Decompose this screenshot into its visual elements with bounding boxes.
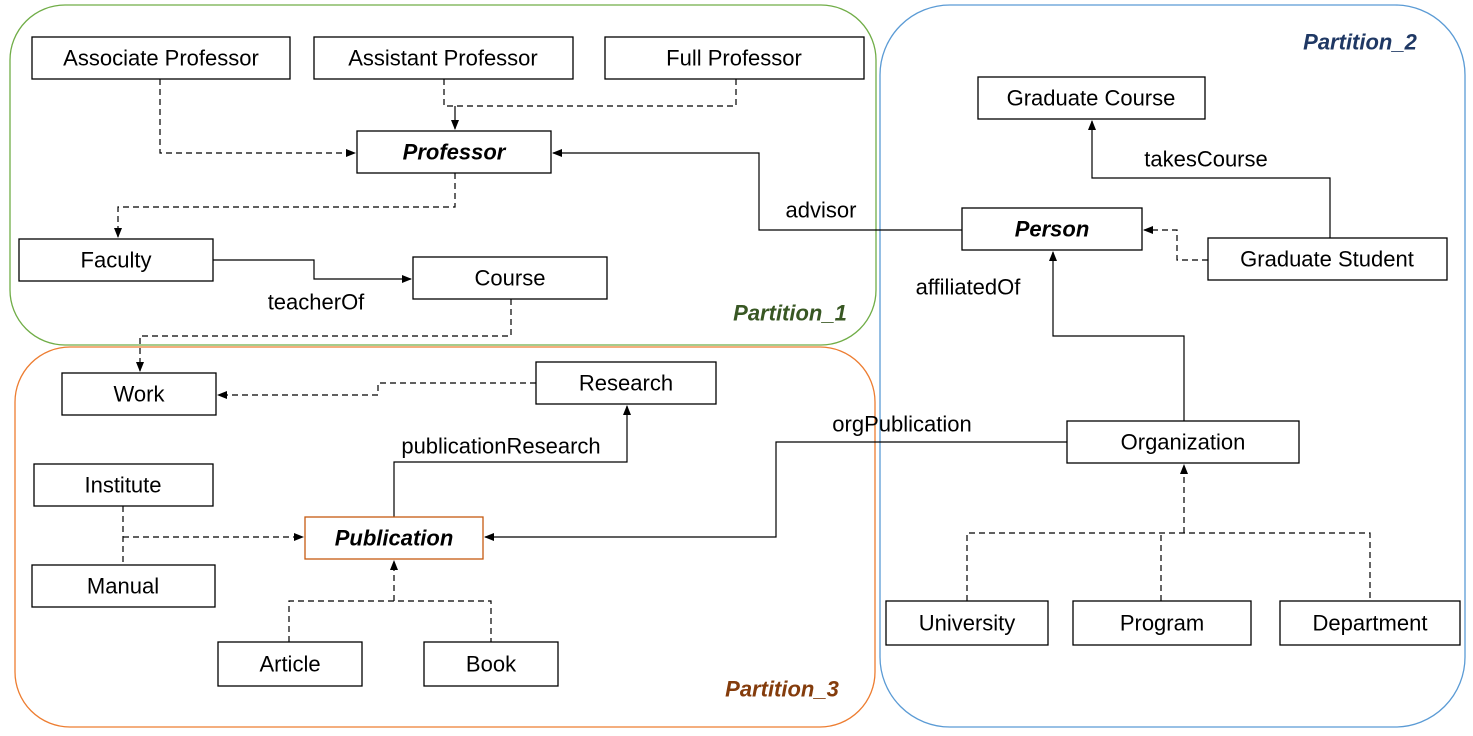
svg-text:Book: Book (466, 652, 517, 677)
svg-text:Article: Article (259, 652, 320, 677)
relation-takescourse: takesCourse (1144, 147, 1268, 172)
class-article: Article (217, 641, 363, 687)
class-graduate-student: Graduate Student (1207, 237, 1448, 281)
class-course: Course (412, 256, 608, 300)
edge-research-work (217, 382, 536, 399)
edge-affiliatedof (1049, 251, 1185, 421)
class-manual: Manual (31, 564, 216, 608)
class-professor: Professor (356, 130, 552, 174)
partition-2-label: Partition_2 (1303, 30, 1417, 55)
svg-text:Organization: Organization (1121, 430, 1246, 455)
class-book: Book (423, 641, 559, 687)
partition-1-label: Partition_1 (733, 301, 847, 326)
edge-publication-research (393, 405, 631, 517)
class-program: Program (1072, 600, 1252, 646)
partition-3-label: Partition_3 (725, 677, 839, 702)
class-institute: Institute (33, 463, 214, 507)
relation-publicationresearch: publicationResearch (401, 434, 600, 459)
svg-text:Program: Program (1120, 611, 1204, 636)
edge-grad-student-person (1143, 226, 1208, 261)
edge-associate-professor-professor (159, 79, 356, 157)
svg-text:Publication: Publication (335, 526, 454, 551)
svg-text:Department: Department (1313, 611, 1428, 636)
relation-affiliatedof: affiliatedOf (916, 275, 1022, 300)
svg-text:Research: Research (579, 371, 673, 396)
class-publication: Publication (304, 516, 484, 560)
svg-text:Assistant Professor: Assistant Professor (348, 46, 538, 71)
class-faculty: Faculty (18, 238, 214, 282)
ontology-diagram: Partition_1 Partition_2 Partition_3 advi… (9, 4, 1466, 728)
edge-assistant-full-professor (443, 79, 737, 107)
svg-text:Person: Person (1015, 217, 1090, 242)
edge-advisor (552, 149, 962, 231)
class-full-professor: Full Professor (604, 36, 865, 80)
edge-professor-faculty (114, 173, 456, 238)
class-associate-professor: Associate Professor (31, 36, 291, 80)
class-person: Person (961, 207, 1143, 251)
edge-univ-program-dept (966, 532, 1371, 601)
svg-text:Graduate Course: Graduate Course (1007, 86, 1176, 111)
relation-advisor: advisor (786, 198, 857, 223)
svg-text:Full Professor: Full Professor (666, 46, 802, 71)
relation-orgpublication: orgPublication (832, 412, 971, 437)
class-graduate-course: Graduate Course (977, 76, 1206, 120)
svg-text:Institute: Institute (84, 473, 161, 498)
svg-text:University: University (919, 611, 1016, 636)
svg-text:Course: Course (475, 266, 546, 291)
svg-text:Manual: Manual (87, 574, 159, 599)
class-work: Work (61, 372, 217, 416)
class-assistant-professor: Assistant Professor (313, 36, 574, 80)
class-research: Research (535, 361, 717, 405)
class-university: University (885, 600, 1049, 646)
svg-text:Faculty: Faculty (81, 248, 152, 273)
edge-article-book (288, 600, 492, 642)
svg-text:Associate Professor: Associate Professor (63, 46, 259, 71)
relation-teacherof: teacherOf (268, 290, 365, 315)
class-department: Department (1279, 600, 1461, 646)
svg-text:Work: Work (114, 382, 166, 407)
svg-text:Professor: Professor (403, 140, 507, 165)
class-organization: Organization (1066, 420, 1300, 464)
edge-teacherof (213, 259, 412, 283)
svg-text:Graduate Student: Graduate Student (1240, 247, 1414, 272)
